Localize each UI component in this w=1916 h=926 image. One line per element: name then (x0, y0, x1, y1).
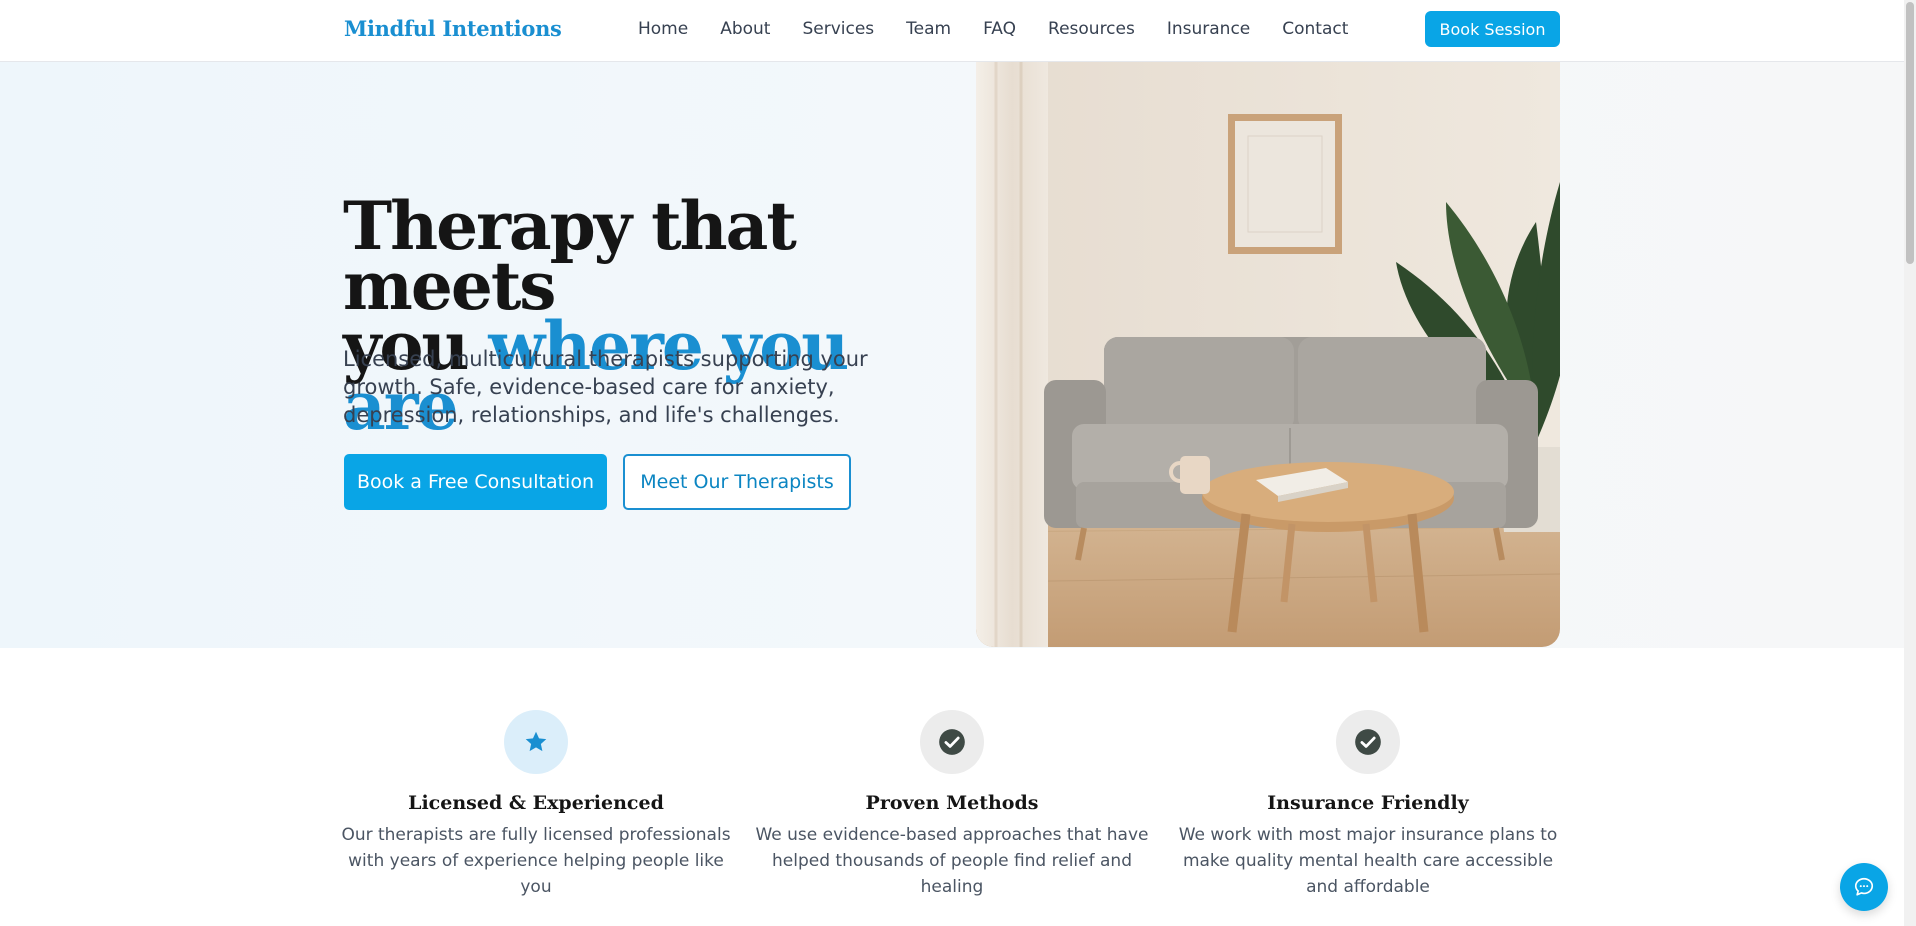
page-scrollbar[interactable] (1904, 0, 1916, 926)
book-session-button[interactable]: Book Session (1425, 11, 1560, 47)
feature-title: Licensed & Experienced (408, 792, 664, 814)
hero-title-line1: Therapy that meets (343, 187, 797, 325)
meet-therapists-button[interactable]: Meet Our Therapists (623, 454, 851, 510)
feature-card-insurance: Insurance Friendly We work with most maj… (1168, 710, 1568, 900)
feature-text: We use evidence-based approaches that ha… (755, 825, 1149, 897)
feature-card-methods: Proven Methods We use evidence-based app… (752, 710, 1152, 900)
feature-card-licensed: Licensed & Experienced Our therapists ar… (336, 710, 736, 900)
check-icon-badge (920, 710, 984, 774)
site-header: Mindful Intentions Home About Services T… (0, 0, 1904, 62)
feature-title: Proven Methods (865, 792, 1039, 814)
hero-subtitle: Licensed, multicultural therapists suppo… (343, 347, 868, 427)
hero-room-image (976, 62, 1560, 647)
feature-text: Our therapists are fully licensed profes… (341, 825, 731, 897)
check-circle-icon (1355, 729, 1381, 755)
star-icon (525, 731, 547, 752)
feature-text: We work with most major insurance plans … (1178, 825, 1558, 897)
nav-team[interactable]: Team (906, 19, 951, 39)
check-circle-icon (939, 729, 965, 755)
chat-bubble-icon (1854, 877, 1874, 896)
free-consultation-button[interactable]: Book a Free Consultation (344, 454, 607, 510)
feature-title: Insurance Friendly (1267, 792, 1469, 814)
features-section: Licensed & Experienced Our therapists ar… (0, 648, 1904, 926)
nav-services[interactable]: Services (802, 19, 874, 39)
brand-logo[interactable]: Mindful Intentions (344, 16, 562, 41)
nav-resources[interactable]: Resources (1048, 19, 1135, 39)
main-nav: Home About Services Team FAQ Resources I… (638, 19, 1348, 39)
hero-section: Therapy that meets you where you are Lic… (0, 62, 1904, 648)
nav-contact[interactable]: Contact (1282, 19, 1348, 39)
nav-about[interactable]: About (720, 19, 770, 39)
check-icon-badge (1336, 710, 1400, 774)
nav-insurance[interactable]: Insurance (1167, 19, 1250, 39)
nav-faq[interactable]: FAQ (983, 19, 1016, 39)
nav-home[interactable]: Home (638, 19, 688, 39)
chat-button[interactable] (1840, 863, 1888, 911)
star-icon-badge (504, 710, 568, 774)
scrollbar-thumb[interactable] (1906, 2, 1914, 264)
